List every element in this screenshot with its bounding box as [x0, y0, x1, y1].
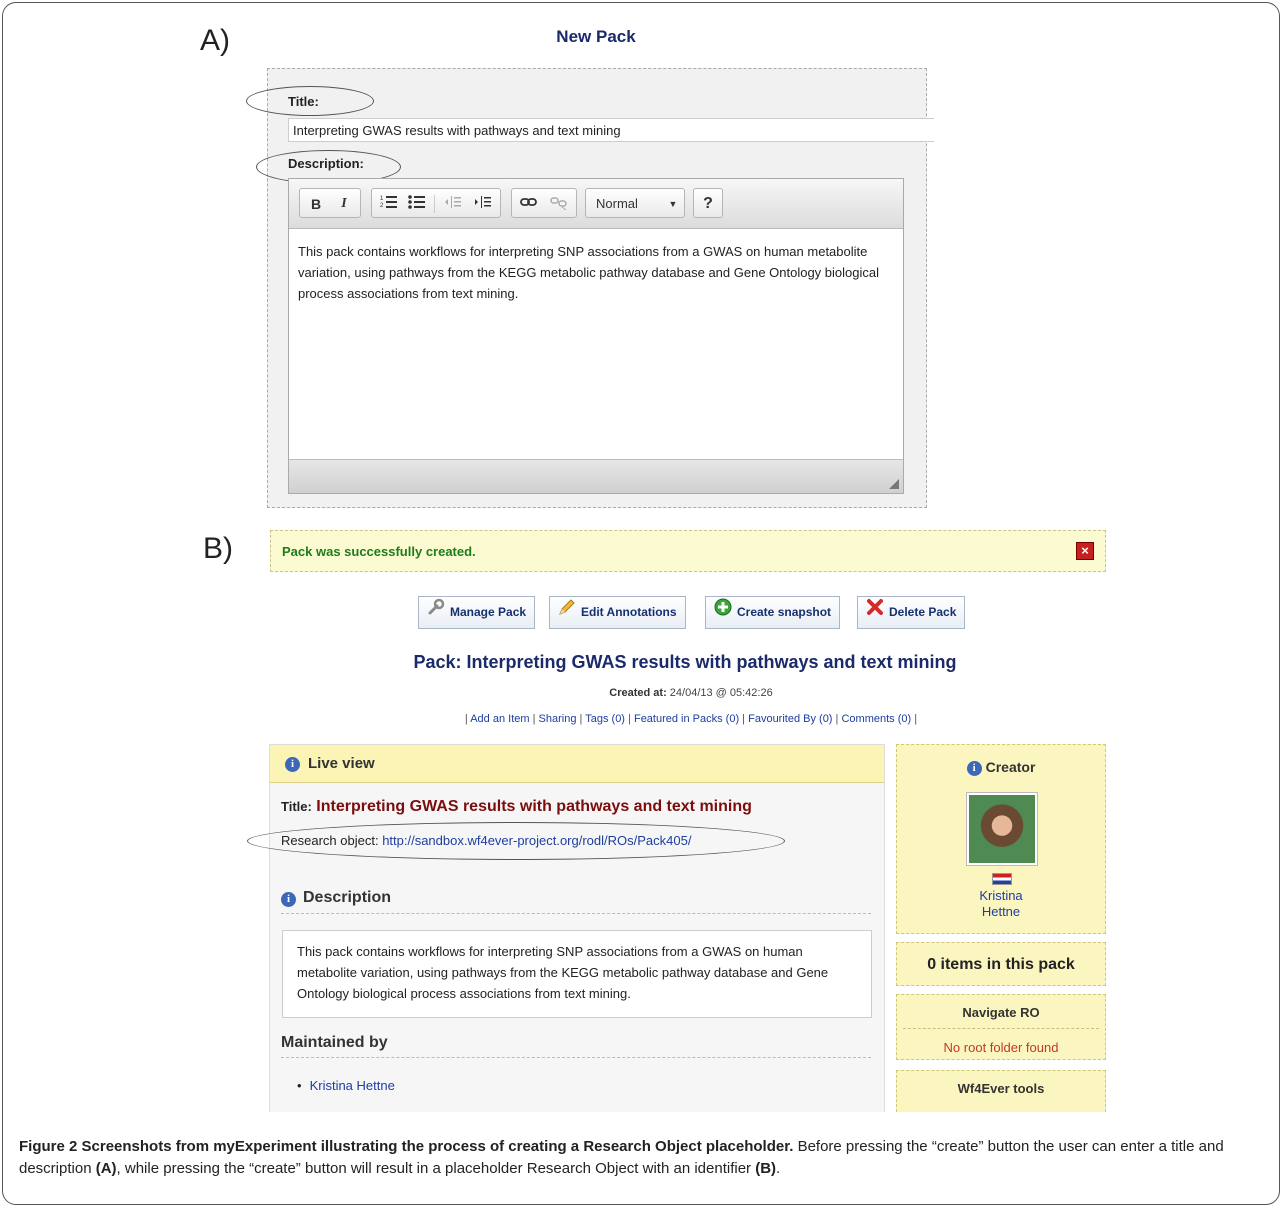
- help-button[interactable]: ?: [699, 194, 717, 214]
- editor-content[interactable]: This pack contains workflows for interpr…: [289, 229, 903, 461]
- created-value: 24/04/13 @ 05:42:26: [669, 687, 773, 699]
- created-label: Created at:: [609, 687, 667, 699]
- add-item-link[interactable]: Add an Item: [470, 713, 529, 725]
- navigate-ro-box: Navigate RO No root folder found: [896, 994, 1106, 1060]
- add-circle-icon: [714, 597, 732, 628]
- info-icon: i: [966, 760, 982, 776]
- bullet-icon: •: [297, 1078, 302, 1093]
- chevron-down-icon: ▼: [668, 199, 678, 209]
- delete-x-icon: [866, 597, 884, 628]
- format-select-value: Normal: [596, 196, 638, 211]
- maintained-by-heading: Maintained by: [281, 1034, 871, 1058]
- creator-name-link[interactable]: Kristina Hettne: [897, 888, 1105, 920]
- unlink-icon[interactable]: [548, 194, 570, 214]
- delete-pack-button[interactable]: Delete Pack: [857, 596, 966, 629]
- resize-handle-icon[interactable]: [889, 479, 899, 489]
- success-message: Pack was successfully created.: [282, 544, 476, 559]
- create-snapshot-label: Create snapshot: [737, 605, 832, 619]
- items-count: 0 items in this pack: [927, 956, 1075, 973]
- comments-link[interactable]: Comments (0): [841, 713, 911, 725]
- wrench-icon: [427, 597, 445, 628]
- description-heading: i Description: [281, 886, 871, 914]
- description-box: This pack contains workflows for interpr…: [282, 930, 872, 1018]
- toolbar-separator: [434, 195, 435, 213]
- wf4ever-tools-title: Wf4Ever tools: [957, 1081, 1045, 1096]
- pack-heading: Pack: Interpreting GWAS results with pat…: [413, 652, 957, 672]
- navigate-ro-title: Navigate RO: [903, 1005, 1099, 1029]
- indent-icon[interactable]: [472, 194, 494, 214]
- pencil-icon: [558, 597, 576, 628]
- editor-toolbar: B I 12 Normal ▼ ?: [289, 179, 903, 229]
- title-label: Title:: [288, 94, 319, 109]
- live-view-title: Live view: [308, 755, 375, 772]
- pack-links: | Add an Item | Sharing | Tags (0) | Fea…: [464, 713, 918, 725]
- format-select[interactable]: Normal ▼: [585, 188, 685, 218]
- created-at: Created at: 24/04/13 @ 05:42:26: [400, 687, 982, 699]
- description-heading-text: Description: [303, 889, 392, 906]
- figure-caption: Figure 2 Screenshots from myExperiment i…: [19, 1136, 1263, 1180]
- ro-title-value: Interpreting GWAS results with pathways …: [316, 798, 752, 815]
- caption-lead: Figure 2 Screenshots from myExperiment i…: [19, 1138, 794, 1155]
- help-group: ?: [693, 188, 723, 218]
- bold-button[interactable]: B: [306, 194, 326, 214]
- items-count-box: 0 items in this pack: [896, 942, 1106, 986]
- avatar[interactable]: [966, 792, 1038, 866]
- featured-link[interactable]: Featured in Packs (0): [634, 713, 739, 725]
- ro-title-label: Title:: [281, 799, 312, 814]
- research-object-line: Research object: http://sandbox.wf4ever-…: [281, 833, 691, 848]
- info-icon: i: [285, 757, 300, 772]
- manage-pack-label: Manage Pack: [450, 605, 527, 619]
- caption-text-2: , while pressing the “create” button wil…: [116, 1160, 756, 1177]
- success-notice: Pack was successfully created. ×: [270, 530, 1106, 572]
- wf4ever-tools-box: Wf4Ever tools: [896, 1070, 1106, 1112]
- new-pack-heading: New Pack: [556, 27, 636, 46]
- maintainer-list-item: • Kristina Hettne: [297, 1078, 395, 1093]
- live-view-header: i Live view: [270, 745, 884, 783]
- svg-text:1: 1: [380, 196, 384, 202]
- caption-ref-a: (A): [95, 1160, 117, 1177]
- sharing-link[interactable]: Sharing: [539, 713, 577, 725]
- creator-title: i Creator: [897, 759, 1105, 776]
- creator-last-name: Hettne: [981, 904, 1021, 919]
- tags-link[interactable]: Tags (0): [585, 713, 625, 725]
- create-snapshot-button[interactable]: Create snapshot: [705, 596, 841, 629]
- bullet-list-icon[interactable]: [406, 194, 428, 214]
- creator-box: i Creator Kristina Hettne: [896, 744, 1106, 934]
- numbered-list-icon[interactable]: 12: [378, 194, 400, 214]
- edit-annotations-button[interactable]: Edit Annotations: [549, 596, 686, 629]
- creator-first-name: Kristina: [979, 888, 1023, 903]
- editor-footer: [289, 459, 903, 493]
- creator-title-text: Creator: [985, 759, 1036, 775]
- research-object-link[interactable]: http://sandbox.wf4ever-project.org/rodl/…: [382, 833, 691, 848]
- netherlands-flag-icon: [992, 873, 1012, 885]
- outdent-icon[interactable]: [442, 194, 464, 214]
- title-input[interactable]: [288, 118, 934, 142]
- list-group: 12: [371, 188, 501, 218]
- description-editor[interactable]: B I 12 Normal ▼ ? This pack contains wor…: [288, 178, 904, 494]
- link-icon[interactable]: [518, 194, 540, 214]
- info-icon: i: [281, 892, 296, 907]
- delete-pack-label: Delete Pack: [889, 605, 957, 619]
- italic-button[interactable]: I: [334, 194, 354, 214]
- text-style-group: B I: [299, 188, 361, 218]
- description-label: Description:: [288, 156, 364, 171]
- svg-text:2: 2: [380, 203, 384, 209]
- navigate-ro-message: No root folder found: [943, 1040, 1059, 1055]
- favourited-link[interactable]: Favourited By (0): [748, 713, 832, 725]
- edit-annotations-label: Edit Annotations: [581, 605, 677, 619]
- close-icon[interactable]: ×: [1076, 542, 1094, 560]
- maintainer-link[interactable]: Kristina Hettne: [310, 1078, 395, 1093]
- research-object-label: Research object:: [281, 833, 379, 848]
- caption-ref-b: (B): [755, 1160, 777, 1177]
- ro-title: Title: Interpreting GWAS results with pa…: [281, 798, 752, 816]
- caption-text-3: .: [776, 1160, 781, 1177]
- avatar-photo: [969, 795, 1035, 863]
- manage-pack-button[interactable]: Manage Pack: [418, 596, 536, 629]
- link-group: [511, 188, 577, 218]
- panel-a-letter: A): [200, 24, 230, 57]
- panel-b-letter: B): [203, 532, 233, 565]
